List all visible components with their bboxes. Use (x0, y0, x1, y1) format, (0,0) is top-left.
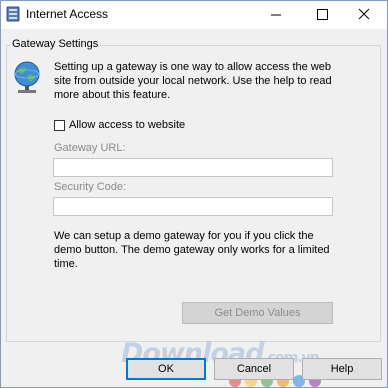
app-icon (6, 6, 20, 22)
window-title: Internet Access (26, 7, 109, 21)
globe-network-icon (14, 61, 40, 93)
help-button[interactable]: Help (302, 358, 382, 380)
close-icon[interactable] (341, 1, 387, 29)
security-code-input[interactable] (53, 197, 333, 216)
internet-access-dialog: Internet Access Gateway Settings Setting… (0, 0, 388, 388)
allow-access-checkbox[interactable]: Allow access to website (54, 119, 185, 131)
group-label: Gateway Settings (10, 38, 101, 50)
maximize-icon[interactable] (299, 1, 345, 29)
cancel-button[interactable]: Cancel (214, 358, 294, 380)
security-code-label: Security Code: (54, 181, 127, 193)
checkbox-box[interactable] (54, 119, 65, 131)
gateway-url-input[interactable] (53, 158, 333, 177)
ok-button[interactable]: OK (126, 358, 206, 380)
demo-note-text: We can setup a demo gateway for you if y… (54, 230, 330, 270)
intro-text: Setting up a gateway is one way to allow… (54, 61, 332, 101)
allow-access-label: Allow access to website (69, 119, 186, 131)
title-bar[interactable]: Internet Access (1, 1, 387, 29)
gateway-url-label: Gateway URL: (54, 142, 126, 154)
minimize-icon[interactable] (253, 1, 299, 29)
get-demo-values-button[interactable]: Get Demo Values (182, 302, 333, 324)
